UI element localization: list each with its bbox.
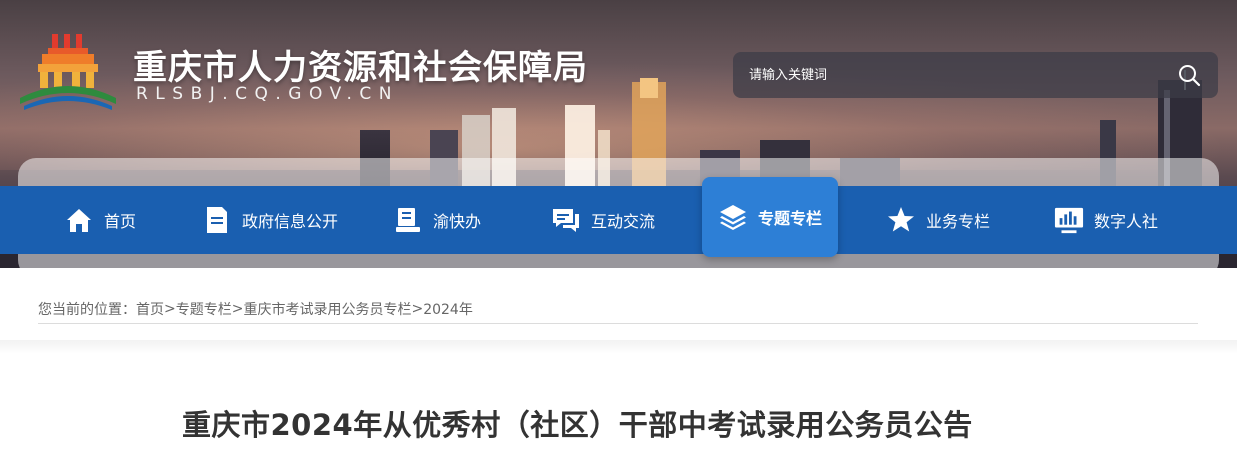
document-icon: [202, 205, 232, 235]
layers-icon: [718, 202, 748, 232]
nav-item-business[interactable]: 业务专栏: [886, 186, 990, 254]
main-navbar: 首页 政府信息公开 渝快办 互动交流 专题专栏 业务专栏 数字人社: [0, 177, 1237, 257]
breadcrumb-separator: >: [164, 300, 176, 317]
search-bar: [733, 52, 1218, 98]
section-divider: [0, 340, 1237, 354]
home-icon: [64, 205, 94, 235]
nav-item-label: 互动交流: [591, 212, 656, 231]
nav-item-label: 数字人社: [1094, 212, 1159, 231]
site-domain: RLSBJ.CQ.GOV.CN: [136, 84, 399, 104]
chat-icon: [551, 205, 581, 235]
article-title: 重庆市2024年从优秀村（社区）干部中考试录用公务员公告: [182, 408, 973, 442]
site-title: 重庆市人力资源和社会保障局: [133, 48, 588, 88]
breadcrumb-link-special-topics[interactable]: 专题专栏: [176, 299, 232, 319]
nav-item-digital-hr[interactable]: 数字人社: [1054, 186, 1158, 254]
nav-item-label: 渝快办: [433, 212, 482, 231]
breadcrumb-link-home[interactable]: 首页: [136, 299, 164, 319]
nav-item-label: 政府信息公开: [242, 212, 339, 231]
nav-item-interaction[interactable]: 互动交流: [551, 186, 655, 254]
nav-item-label: 专题专栏: [758, 209, 823, 228]
monitor-chart-icon: [1054, 205, 1084, 235]
breadcrumb-separator: >: [231, 300, 244, 317]
nav-item-label: 首页: [104, 212, 137, 231]
nav-item-home[interactable]: 首页: [64, 186, 136, 254]
nav-item-yukuaiban[interactable]: 渝快办: [393, 186, 481, 254]
breadcrumb: 您当前的位置： 首页 > 专题专栏 > 重庆市考试录用公务员专栏 > 2024年: [38, 294, 1198, 324]
breadcrumb-prefix: 您当前的位置：: [38, 301, 136, 318]
breadcrumb-link-exam-column[interactable]: 重庆市考试录用公务员专栏: [243, 299, 411, 319]
search-icon[interactable]: [1176, 62, 1202, 88]
nav-item-special-topics[interactable]: 专题专栏: [702, 177, 839, 257]
star-icon: [886, 205, 916, 235]
breadcrumb-separator: >: [411, 300, 424, 317]
nav-item-gov-info[interactable]: 政府信息公开: [202, 186, 338, 254]
search-input[interactable]: [749, 60, 1176, 90]
breadcrumb-link-2024[interactable]: 2024年: [423, 299, 473, 319]
temple-logo-icon: [20, 34, 116, 110]
book-stack-icon: [393, 205, 423, 235]
nav-item-label: 业务专栏: [926, 212, 991, 231]
